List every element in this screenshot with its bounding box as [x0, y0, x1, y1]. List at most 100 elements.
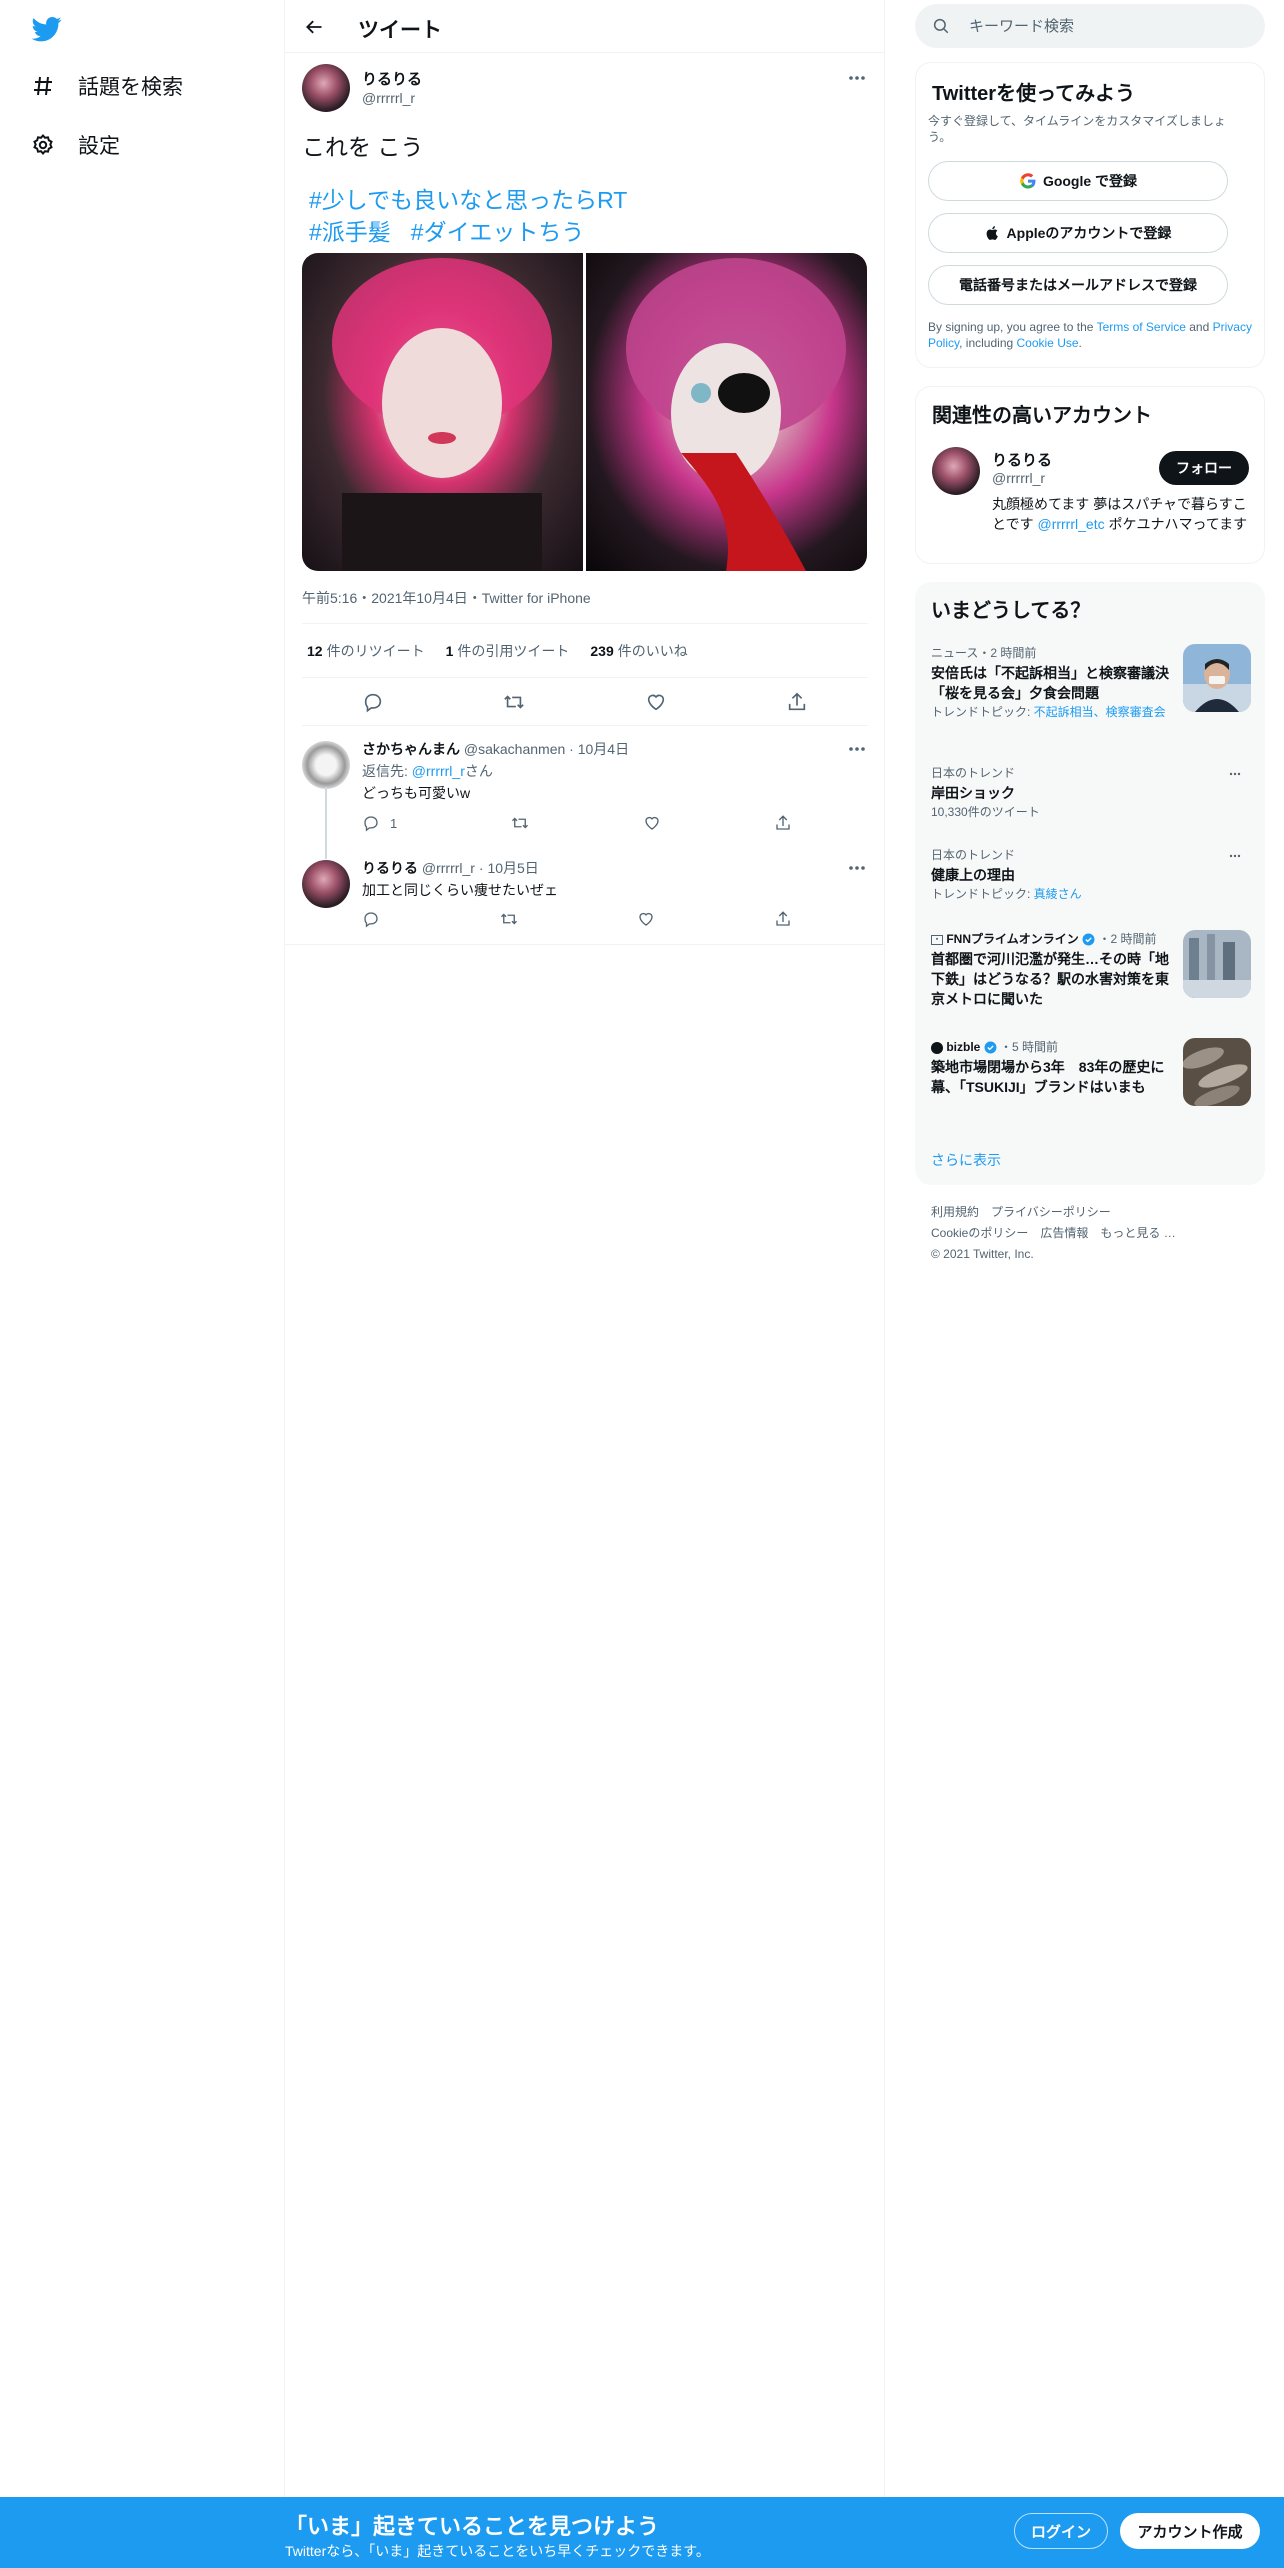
more-options-icon[interactable]	[847, 858, 867, 878]
reply-author-avatar[interactable]	[302, 860, 350, 908]
cookie-use-link[interactable]: Cookie Use	[1017, 336, 1079, 350]
terms-of-service-link[interactable]: Terms of Service	[1097, 320, 1186, 334]
more-options-icon[interactable]	[847, 68, 867, 88]
hashtag-link[interactable]: #少しでも良いなと思ったらRT	[309, 187, 627, 213]
quotes-stat[interactable]: 1 件の引用ツイート	[446, 641, 570, 661]
reply-date[interactable]: 10月4日	[578, 741, 629, 757]
trend-item[interactable]: 日本のトレンド 岸田ショック 10,330件のツイート	[931, 764, 1251, 820]
reply-header: りるりる @rrrrrl_r · 10月5日	[362, 858, 539, 878]
thread-line	[325, 787, 327, 859]
trends-card: いまどうしてる？ ニュース・2 時間前 安倍氏は「不起訴相当」と検察審議決 「桜…	[915, 582, 1265, 1185]
tos-end: .	[1078, 336, 1082, 350]
tweet-author-handle[interactable]: @rrrrrl_r	[362, 90, 415, 106]
trend-topic-link[interactable]: 不起訴相当、検察審査会	[1034, 705, 1166, 719]
footer-link[interactable]: 利用規約	[931, 1205, 979, 1219]
share-icon[interactable]	[774, 814, 792, 832]
reply-to-handle[interactable]: @rrrrrl_r	[412, 763, 465, 779]
share-icon[interactable]	[785, 690, 809, 714]
retweets-stat[interactable]: 12 件のリツイート	[307, 641, 425, 661]
trend-topic-link[interactable]: 真綾さん	[1034, 887, 1082, 901]
trend-title: 健康上の理由	[931, 867, 1015, 883]
divider	[285, 944, 885, 945]
reply-author-handle[interactable]: @rrrrrl_r	[422, 860, 475, 876]
tweet-text: これを こう	[302, 134, 424, 160]
trend-item[interactable]: ニュース・2 時間前 安倍氏は「不起訴相当」と検察審議決 「桜を見る会」夕食会問…	[931, 644, 1251, 720]
trend-thumbnail	[1183, 644, 1251, 712]
retweet-icon[interactable]	[499, 910, 519, 928]
reply-text: どっちも可愛いw	[362, 785, 471, 801]
reply-tweet[interactable]: りるりる @rrrrrl_r · 10月5日 加工と同じくらい痩せたいぜェ	[285, 856, 885, 944]
reply-author-name[interactable]: りるりる	[362, 860, 418, 876]
back-button[interactable]	[299, 12, 329, 42]
tweet-author-avatar[interactable]	[302, 64, 350, 112]
tweet-photo[interactable]	[586, 253, 867, 571]
nav-settings[interactable]: 設定	[30, 125, 120, 165]
related-account-handle[interactable]: @rrrrrl_r	[992, 470, 1045, 486]
trend-meta: bizble ・5 時間前	[931, 1038, 1171, 1055]
follow-button[interactable]: フォロー	[1159, 451, 1249, 485]
signup-button[interactable]: アカウント作成	[1120, 2513, 1260, 2549]
more-options-icon[interactable]	[1225, 764, 1245, 784]
reply-date[interactable]: 10月5日	[487, 860, 538, 876]
related-account-avatar[interactable]	[932, 447, 980, 495]
fnn-logo-icon: ▪	[931, 934, 943, 945]
related-account-name[interactable]: りるりる	[992, 449, 1052, 470]
reply-author-avatar[interactable]	[302, 741, 350, 789]
footer-link[interactable]: プライバシーポリシー	[991, 1205, 1111, 1219]
reply-icon[interactable]	[362, 910, 380, 928]
bottom-bar-title: 「いま」起きていることを見つけよう	[285, 2514, 660, 2539]
likes-count: 239	[590, 642, 614, 659]
more-options-icon[interactable]	[1225, 846, 1245, 866]
separator-dot: ·	[569, 741, 574, 757]
retweet-icon[interactable]	[502, 690, 526, 714]
search-bar[interactable]	[915, 4, 1265, 48]
trend-thumbnail	[1183, 1038, 1251, 1106]
footer-link[interactable]: Cookieのポリシー	[931, 1226, 1028, 1240]
trend-item[interactable]: ▪ FNNプライムオンライン ・2 時間前 首都圏で河川氾濫が発生…その時「地下…	[931, 930, 1251, 1009]
like-icon[interactable]	[637, 910, 655, 928]
apple-signup-button[interactable]: Appleのアカウントで登録	[928, 213, 1228, 253]
trend-meta: 日本のトレンド	[931, 766, 1016, 780]
search-input[interactable]	[969, 17, 1239, 35]
tweet-timestamp[interactable]: 午前5:16・2021年10月4日・Twitter for iPhone	[302, 588, 591, 608]
twitter-logo-icon[interactable]	[30, 14, 64, 44]
reply-to-prefix: 返信先:	[362, 763, 412, 779]
trend-subtitle: トレンドトピック: 真綾さん	[931, 887, 1251, 902]
reply-actions: 1	[362, 814, 792, 832]
reply-action[interactable]: 1	[362, 814, 397, 832]
nav-explore[interactable]: 話題を検索	[30, 66, 183, 106]
quotes-label: 件の引用ツイート	[457, 642, 570, 659]
reply-author-name[interactable]: さかちゃんまん	[362, 741, 460, 757]
reply-icon[interactable]	[361, 690, 385, 714]
like-icon[interactable]	[643, 814, 661, 832]
show-more-link[interactable]: さらに表示	[931, 1150, 1001, 1170]
google-signup-button[interactable]: Google で登録	[928, 161, 1228, 201]
trend-source: FNNプライムオンライン	[946, 932, 1079, 946]
footer-link[interactable]: もっと見る …	[1100, 1226, 1175, 1240]
reply-author-handle[interactable]: @sakachanmen	[464, 741, 565, 757]
reply-tweet[interactable]: さかちゃんまん @sakachanmen · 10月4日 返信先: @rrrrr…	[285, 737, 885, 847]
more-options-icon[interactable]	[847, 739, 867, 759]
login-button[interactable]: ログイン	[1014, 2513, 1108, 2549]
tweet-photo[interactable]	[302, 253, 583, 571]
retweet-icon[interactable]	[510, 814, 530, 832]
phone-email-signup-button[interactable]: 電話番号またはメールアドレスで登録	[928, 265, 1228, 305]
hashtag-link[interactable]: #ダイエットちう	[411, 219, 585, 245]
share-icon[interactable]	[774, 910, 792, 928]
google-icon	[1019, 172, 1037, 190]
trend-item[interactable]: bizble ・5 時間前 築地市場閉場から3年 83年の歴史に幕、「TSUKI…	[931, 1038, 1251, 1106]
trend-meta: ニュース・2 時間前	[931, 646, 1037, 660]
trend-item[interactable]: 日本のトレンド 健康上の理由 トレンドトピック: 真綾さん	[931, 846, 1251, 902]
footer-link[interactable]: 広告情報	[1040, 1226, 1088, 1240]
tweet-author-name[interactable]: りるりる	[362, 68, 422, 89]
likes-stat[interactable]: 239 件のいいね	[590, 641, 687, 661]
bio-mention-link[interactable]: @rrrrrl_etc	[1037, 516, 1104, 532]
reply-to-suffix: さん	[464, 763, 493, 779]
like-icon[interactable]	[644, 690, 668, 714]
retweets-count: 12	[307, 642, 323, 659]
footer-links: 利用規約 プライバシーポリシー Cookieのポリシー 広告情報 もっと見る … © …	[931, 1202, 1251, 1265]
reply-to-line: 返信先: @rrrrrl_rさん	[362, 761, 493, 781]
hashtag-link[interactable]: #派手髪	[309, 219, 391, 245]
related-title: 関連性の高いアカウント	[932, 405, 1152, 427]
main-header: ツイート	[285, 0, 885, 53]
